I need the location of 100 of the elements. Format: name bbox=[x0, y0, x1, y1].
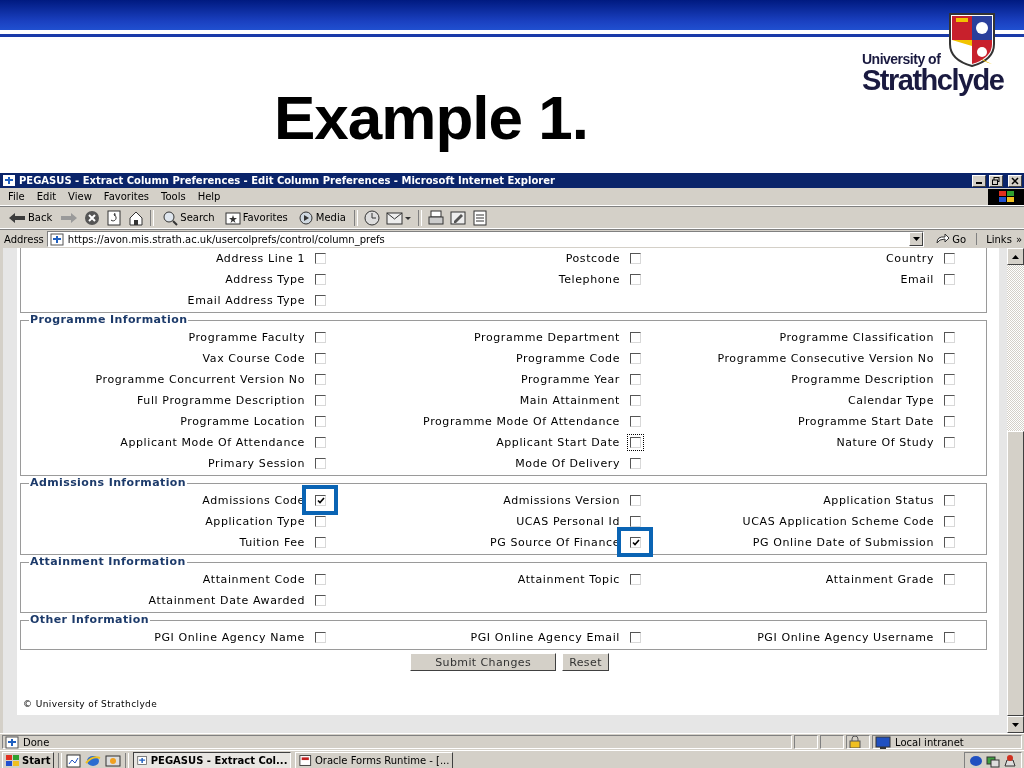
checkbox[interactable] bbox=[944, 537, 955, 548]
checkbox[interactable] bbox=[944, 253, 955, 264]
back-button[interactable]: Back bbox=[6, 209, 55, 226]
menu-item[interactable]: Favorites bbox=[99, 191, 157, 202]
field-label: UCAS Application Scheme Code bbox=[741, 515, 935, 528]
favorites-button[interactable]: Favorites bbox=[222, 208, 290, 227]
desktop-icon[interactable] bbox=[66, 753, 82, 768]
menu-item[interactable]: File bbox=[4, 191, 33, 202]
field-label: Full Programme Description bbox=[136, 394, 306, 407]
checkbox[interactable] bbox=[315, 458, 326, 469]
checkbox[interactable] bbox=[315, 516, 326, 527]
crest-icon bbox=[948, 12, 996, 68]
submit-button[interactable]: Submit Changes bbox=[410, 653, 557, 671]
checkbox[interactable] bbox=[315, 595, 326, 606]
checkbox[interactable] bbox=[944, 274, 955, 285]
checkbox[interactable] bbox=[944, 353, 955, 364]
checkbox[interactable] bbox=[630, 253, 641, 264]
taskbar-button[interactable]: PEGASUS - Extract Col... bbox=[133, 752, 292, 768]
checkbox[interactable] bbox=[944, 516, 955, 527]
checkbox[interactable] bbox=[944, 632, 955, 643]
field-label: Programme Year bbox=[519, 373, 621, 386]
more-links-button[interactable]: » bbox=[1015, 233, 1022, 245]
checkbox[interactable] bbox=[630, 274, 641, 285]
field-label: Applicant Mode Of Attendance bbox=[119, 436, 306, 449]
reset-button[interactable]: Reset bbox=[562, 653, 609, 671]
field-label: UCAS Personal Id bbox=[515, 515, 621, 528]
menu-item[interactable]: Help bbox=[193, 191, 229, 202]
checkbox[interactable] bbox=[944, 574, 955, 585]
media-icon[interactable] bbox=[105, 753, 122, 768]
checkbox[interactable] bbox=[315, 332, 326, 343]
checkbox[interactable] bbox=[630, 416, 641, 427]
checkbox[interactable] bbox=[630, 495, 641, 506]
field-label: Application Status bbox=[822, 494, 935, 507]
menu-item[interactable]: Edit bbox=[32, 191, 65, 202]
field-label: Programme Code bbox=[515, 352, 621, 365]
checkbox[interactable] bbox=[315, 395, 326, 406]
checkbox[interactable] bbox=[315, 253, 326, 264]
menu-item[interactable]: Tools bbox=[157, 191, 194, 202]
network-icon bbox=[986, 753, 1000, 768]
checkbox[interactable] bbox=[315, 416, 326, 427]
checkbox[interactable] bbox=[315, 274, 326, 285]
media-button[interactable]: Media bbox=[295, 208, 348, 227]
checkbox[interactable] bbox=[944, 416, 955, 427]
menu-item[interactable]: View bbox=[64, 191, 100, 202]
checkbox[interactable] bbox=[630, 374, 641, 385]
checkbox[interactable] bbox=[944, 332, 955, 343]
checkbox[interactable] bbox=[630, 353, 641, 364]
checkbox[interactable] bbox=[315, 353, 326, 364]
checkbox[interactable] bbox=[944, 437, 955, 448]
restore-icon bbox=[992, 176, 1000, 185]
checkbox[interactable] bbox=[630, 537, 641, 548]
checkbox[interactable] bbox=[315, 632, 326, 643]
history-button[interactable] bbox=[363, 209, 380, 226]
minimize-button[interactable] bbox=[972, 174, 986, 187]
checkbox[interactable] bbox=[630, 395, 641, 406]
checkbox[interactable] bbox=[315, 537, 326, 548]
field-label: Programme Mode Of Attendance bbox=[422, 415, 621, 428]
checkbox[interactable] bbox=[630, 332, 641, 343]
field-label: Tuition Fee bbox=[238, 536, 306, 549]
checkbox[interactable] bbox=[315, 295, 326, 306]
field-label: Mode Of Delivery bbox=[514, 457, 621, 470]
checkbox[interactable] bbox=[315, 437, 326, 448]
star-folder-icon bbox=[224, 209, 241, 226]
stop-button[interactable] bbox=[84, 209, 101, 226]
dropdown-button[interactable] bbox=[909, 232, 924, 246]
checkbox[interactable] bbox=[944, 374, 955, 385]
close-button[interactable] bbox=[1008, 174, 1022, 187]
checkbox[interactable] bbox=[315, 374, 326, 385]
print-button[interactable] bbox=[427, 209, 444, 226]
taskbar-button[interactable]: Oracle Forms Runtime - [... bbox=[295, 752, 454, 768]
discuss-button[interactable] bbox=[471, 209, 488, 226]
mail-button[interactable] bbox=[385, 209, 412, 226]
search-button[interactable]: Search bbox=[160, 208, 217, 227]
checkbox[interactable] bbox=[944, 395, 955, 406]
restore-button[interactable] bbox=[989, 174, 1003, 187]
checkbox[interactable] bbox=[315, 574, 326, 585]
checkbox[interactable] bbox=[630, 632, 641, 643]
home-button[interactable] bbox=[128, 209, 145, 226]
go-button[interactable]: Go bbox=[927, 233, 978, 245]
edit-button[interactable] bbox=[449, 209, 466, 226]
browser-icon[interactable] bbox=[85, 753, 102, 768]
address-field[interactable]: https://avon.mis.strath.ac.uk/usercolprefs/control/column_prefs bbox=[46, 231, 925, 247]
scrollbar[interactable] bbox=[1007, 248, 1024, 733]
field-label: PGI Online Agency Username bbox=[756, 631, 935, 644]
checkbox[interactable] bbox=[630, 458, 641, 469]
section-legend: Attainment Information bbox=[29, 555, 187, 569]
scroll-thumb[interactable] bbox=[1007, 431, 1024, 716]
field-label: Programme Faculty bbox=[187, 331, 306, 344]
checkbox[interactable] bbox=[630, 516, 641, 527]
browser-icon bbox=[2, 174, 16, 187]
field-label: Programme Classification bbox=[778, 331, 935, 344]
checkbox[interactable] bbox=[630, 574, 641, 585]
caret-icon bbox=[912, 237, 920, 241]
start-button[interactable]: Start bbox=[2, 752, 55, 768]
field-label: Country bbox=[885, 252, 935, 265]
links-button[interactable]: Links bbox=[986, 233, 1012, 245]
refresh-button[interactable] bbox=[106, 209, 123, 226]
field-label: Attainment Grade bbox=[824, 573, 935, 586]
checkbox[interactable] bbox=[944, 495, 955, 506]
checkbox[interactable] bbox=[315, 495, 326, 506]
